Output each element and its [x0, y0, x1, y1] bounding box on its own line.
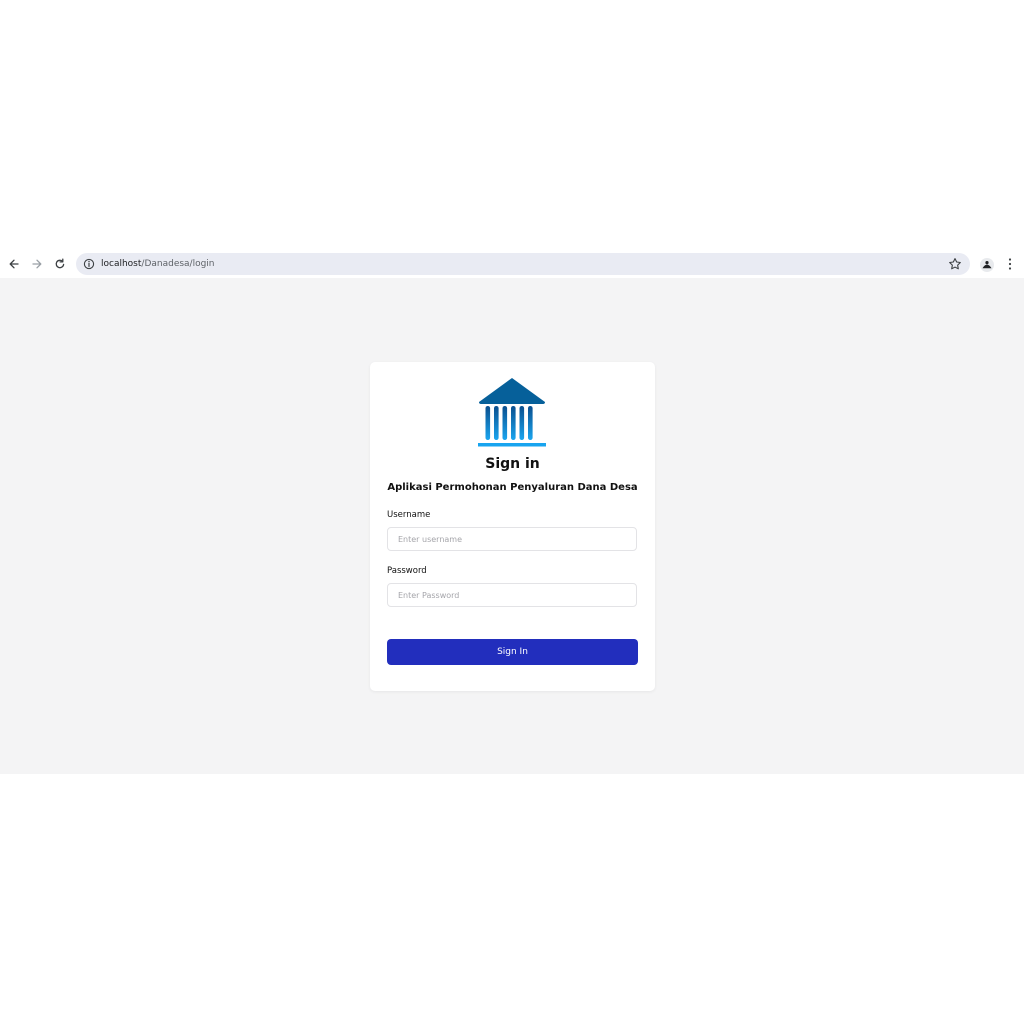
reload-icon: [55, 258, 65, 269]
app-subtitle: Aplikasi Permohonan Penyaluran Dana Desa: [387, 482, 638, 493]
password-input[interactable]: [387, 583, 637, 607]
star-icon[interactable]: [948, 257, 962, 271]
page-viewport: Sign in Aplikasi Permohonan Penyaluran D…: [0, 278, 1024, 774]
back-button[interactable]: [5, 255, 23, 273]
username-input[interactable]: [387, 527, 637, 551]
login-card: Sign in Aplikasi Permohonan Penyaluran D…: [370, 362, 655, 691]
profile-icon[interactable]: [979, 257, 995, 273]
browser-window: localhost/Danadesa/login Sign in Aplikas…: [0, 250, 1024, 774]
arrow-right-icon: [32, 259, 42, 269]
browser-toolbar: localhost/Danadesa/login: [0, 250, 1024, 279]
url-text[interactable]: localhost/Danadesa/login: [101, 257, 215, 271]
address-bar[interactable]: localhost/Danadesa/login: [76, 253, 970, 275]
username-label: Username: [387, 510, 431, 520]
arrow-left-icon: [9, 259, 19, 269]
bank-building-icon: [478, 378, 546, 447]
reload-button[interactable]: [51, 255, 69, 273]
kebab-menu-icon[interactable]: [1004, 256, 1016, 272]
sign-in-button[interactable]: Sign In: [387, 639, 638, 665]
info-icon[interactable]: [83, 258, 95, 270]
url-host: localhost: [101, 259, 142, 269]
url-path: /Danadesa/login: [141, 259, 215, 269]
page-title: Sign in: [485, 456, 540, 472]
password-label: Password: [387, 566, 427, 576]
forward-button[interactable]: [28, 255, 46, 273]
